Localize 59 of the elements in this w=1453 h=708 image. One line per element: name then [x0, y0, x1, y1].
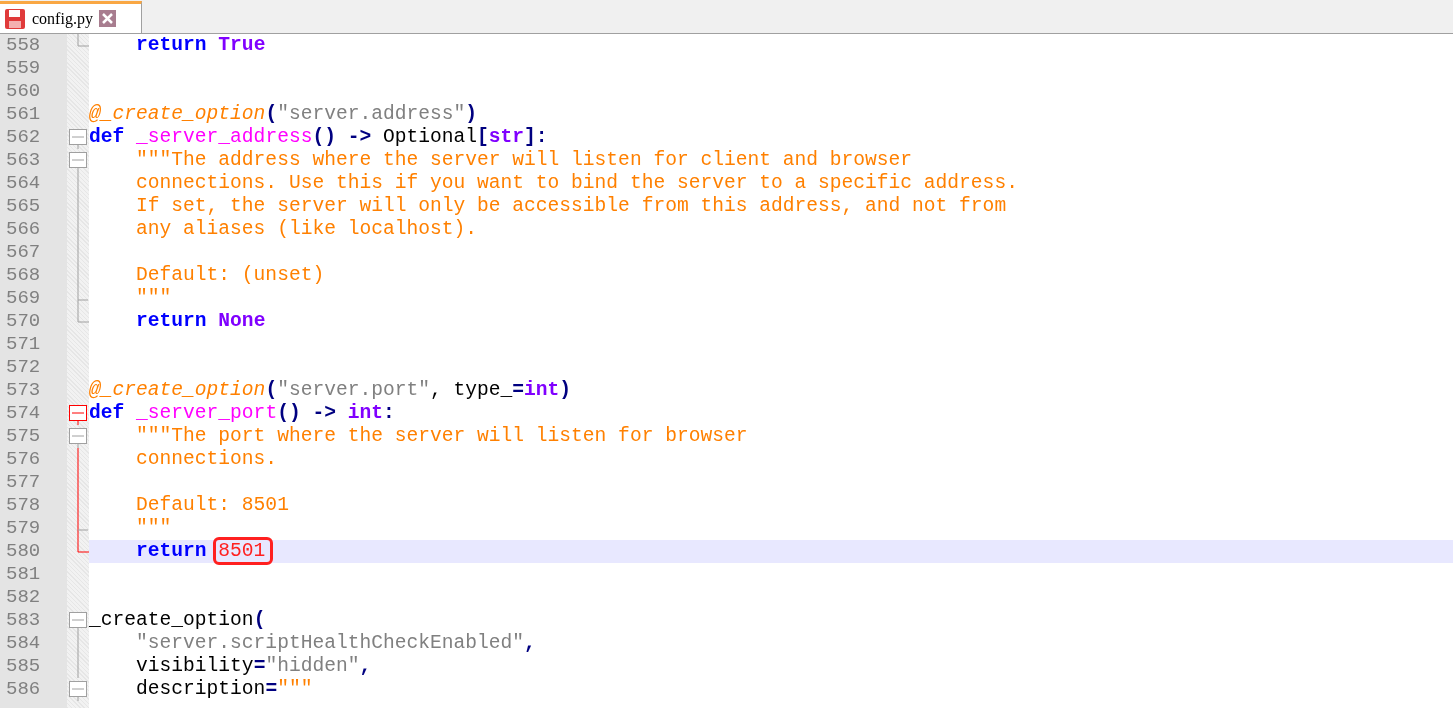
code-line: return True — [135, 34, 266, 57]
code-line: Default: 8501 — [135, 494, 289, 517]
code-line: """ — [135, 287, 172, 310]
line-number: 570 — [5, 310, 41, 333]
line-number: 580 — [5, 540, 41, 563]
code-line: return 8501 — [89, 540, 271, 563]
line-number: 583 — [5, 609, 41, 632]
code-line: any aliases (like localhost). — [135, 218, 478, 241]
line-number: 560 — [5, 80, 41, 103]
line-number: 577 — [5, 471, 41, 494]
line-number: 578 — [5, 494, 41, 517]
code-line: Default: (unset) — [135, 264, 325, 287]
fold-collapse-icon[interactable] — [69, 612, 87, 632]
line-number: 562 — [5, 126, 41, 149]
code-line: connections. — [135, 448, 278, 471]
fold-collapse-icon[interactable] — [69, 129, 87, 149]
close-icon[interactable] — [98, 10, 116, 27]
line-number: 586 — [5, 678, 41, 701]
line-number: 565 — [5, 195, 41, 218]
line-number: 584 — [5, 632, 41, 655]
line-number: 564 — [5, 172, 41, 195]
code-line: """ — [135, 517, 172, 540]
code-line: "server.scriptHealthCheckEnabled", — [135, 632, 536, 655]
line-number: 569 — [5, 287, 41, 310]
line-number: 573 — [5, 379, 41, 402]
code-line: """The port where the server will listen for browser — [135, 425, 748, 448]
line-number: 574 — [5, 402, 41, 425]
line-number: 559 — [5, 57, 41, 80]
line-number: 576 — [5, 448, 41, 471]
code-line: connections. Use this if you want to bind the server to a specific address. — [135, 172, 1018, 195]
code-line: visibility="hidden", — [135, 655, 372, 678]
code-line: If set, the server will only be accessible from this address, and not from — [135, 195, 1007, 218]
line-number: 585 — [5, 655, 41, 678]
fold-collapse-icon[interactable] — [69, 152, 87, 172]
line-number: 561 — [5, 103, 41, 126]
line-number: 571 — [5, 333, 41, 356]
line-number: 581 — [5, 563, 41, 586]
line-number: 566 — [5, 218, 41, 241]
code-line: _create_option( — [89, 609, 266, 632]
code-line: """The address where the server will listen for client and browser — [135, 149, 913, 172]
code-line: def _server_address() -> Optional[str]: — [89, 126, 548, 149]
file-tab[interactable]: config.py — [0, 1, 142, 33]
line-number: 568 — [5, 264, 41, 287]
fold-collapse-icon[interactable] — [69, 405, 87, 425]
tab-label: config.py — [32, 9, 93, 28]
line-number: 575 — [5, 425, 41, 448]
code-line: return None — [135, 310, 266, 333]
code-line: @_create_option("server.address") — [89, 103, 478, 126]
line-number: 572 — [5, 356, 41, 379]
line-number: 567 — [5, 241, 41, 264]
line-number: 558 — [5, 34, 41, 57]
line-number: 579 — [5, 517, 41, 540]
line-number: 582 — [5, 586, 41, 609]
code-line: @_create_option("server.port", type_=int) — [89, 379, 572, 402]
fold-collapse-icon[interactable] — [69, 681, 87, 701]
line-number: 563 — [5, 149, 41, 172]
fold-collapse-icon[interactable] — [69, 428, 87, 448]
code-line: description=""" — [135, 678, 313, 701]
code-line: def _server_port() -> int: — [89, 402, 395, 425]
